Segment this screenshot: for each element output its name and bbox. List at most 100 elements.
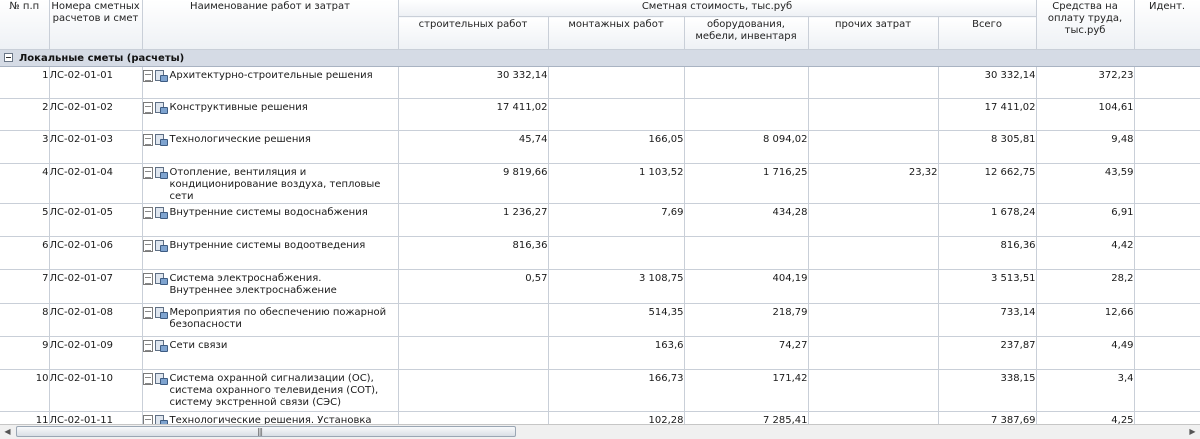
calculator-icon[interactable] (154, 373, 168, 385)
table-row[interactable]: 1 ЛС-02-01-01 Архитектурно-строительные ре… (0, 66, 1200, 99)
table-row[interactable]: 9 ЛС-02-01-09 Сети связи 163,6 74,27 237,87 4,… (0, 336, 1200, 370)
ident-value[interactable] (1134, 269, 1200, 304)
construction-cost[interactable]: 0,57 (398, 269, 549, 304)
equipment-cost[interactable] (684, 98, 809, 131)
construction-cost[interactable]: 45,74 (398, 130, 549, 164)
table-row[interactable]: 5 ЛС-02-01-05 Внутренние системы водоснабж… (0, 203, 1200, 237)
work-name-cell[interactable]: Мероприятия по обеспечению пожарной безо… (142, 303, 399, 337)
header-ident[interactable]: Идент. (1134, 0, 1200, 50)
work-name-cell[interactable]: Сети связи (142, 336, 399, 370)
calculator-icon[interactable] (154, 273, 168, 285)
construction-cost[interactable]: 30 332,14 (398, 66, 549, 99)
installation-cost[interactable]: 166,73 (548, 369, 685, 412)
table-row[interactable]: 11 ЛС-02-01-11 Технологические решения. Ус… (0, 411, 1200, 424)
other-cost[interactable] (808, 336, 939, 370)
document-icon[interactable] (142, 340, 153, 352)
row-number[interactable]: 5 (0, 203, 50, 237)
total-cost[interactable]: 237,87 (938, 336, 1037, 370)
equipment-cost[interactable]: 7 285,41 (684, 411, 809, 424)
estimate-code[interactable]: ЛС-02-01-08 (49, 303, 143, 337)
scroll-left-arrow-icon[interactable]: ◀ (0, 425, 15, 439)
header-code[interactable]: Номера сметных расчетов и смет (49, 0, 143, 50)
table-row[interactable]: 6 ЛС-02-01-06 Внутренние системы водоотвед… (0, 236, 1200, 270)
construction-cost[interactable]: 9 819,66 (398, 163, 549, 204)
estimate-code[interactable]: ЛС-02-01-06 (49, 236, 143, 270)
other-cost[interactable] (808, 98, 939, 131)
row-number[interactable]: 1 (0, 66, 50, 99)
total-cost[interactable]: 7 387,69 (938, 411, 1037, 424)
header-construction[interactable]: строительных работ (398, 16, 549, 50)
work-name-cell[interactable]: Система электроснабжения. Внутреннее эле… (142, 269, 399, 304)
other-cost[interactable] (808, 411, 939, 424)
header-installation[interactable]: монтажных работ (548, 16, 685, 50)
document-icon[interactable] (142, 70, 153, 82)
estimate-code[interactable]: ЛС-02-01-10 (49, 369, 143, 412)
other-cost[interactable] (808, 236, 939, 270)
document-icon[interactable] (142, 415, 153, 424)
group-cell[interactable]: Локальные сметы (расчеты) (0, 49, 1200, 67)
document-icon[interactable] (142, 273, 153, 285)
calculator-icon[interactable] (154, 240, 168, 252)
construction-cost[interactable]: 816,36 (398, 236, 549, 270)
ident-value[interactable] (1134, 66, 1200, 99)
equipment-cost[interactable]: 1 716,25 (684, 163, 809, 204)
total-cost[interactable]: 733,14 (938, 303, 1037, 337)
total-cost[interactable]: 30 332,14 (938, 66, 1037, 99)
calculator-icon[interactable] (154, 207, 168, 219)
wages-cost[interactable]: 43,59 (1036, 163, 1135, 204)
estimate-code[interactable]: ЛС-02-01-09 (49, 336, 143, 370)
total-cost[interactable]: 3 513,51 (938, 269, 1037, 304)
document-icon[interactable] (142, 307, 153, 319)
construction-cost[interactable] (398, 303, 549, 337)
calculator-icon[interactable] (154, 340, 168, 352)
total-cost[interactable]: 338,15 (938, 369, 1037, 412)
ident-value[interactable] (1134, 369, 1200, 412)
header-equipment[interactable]: оборудования, мебели, инвентаря (684, 16, 809, 50)
ident-value[interactable] (1134, 411, 1200, 424)
estimate-code[interactable]: ЛС-02-01-02 (49, 98, 143, 131)
installation-cost[interactable]: 102,28 (548, 411, 685, 424)
work-name-cell[interactable]: Внутренние системы водоотведения (142, 236, 399, 270)
construction-cost[interactable]: 1 236,27 (398, 203, 549, 237)
header-other[interactable]: прочих затрат (808, 16, 939, 50)
work-name-cell[interactable]: Внутренние системы водоснабжения (142, 203, 399, 237)
calculator-icon[interactable] (154, 70, 168, 82)
installation-cost[interactable] (548, 98, 685, 131)
calculator-icon[interactable] (154, 167, 168, 179)
total-cost[interactable]: 1 678,24 (938, 203, 1037, 237)
equipment-cost[interactable] (684, 66, 809, 99)
equipment-cost[interactable]: 171,42 (684, 369, 809, 412)
ident-value[interactable] (1134, 236, 1200, 270)
scroll-right-arrow-icon[interactable]: ▶ (1185, 425, 1200, 439)
header-name[interactable]: Наименование работ и затрат (142, 0, 399, 50)
equipment-cost[interactable]: 8 094,02 (684, 130, 809, 164)
installation-cost[interactable]: 166,05 (548, 130, 685, 164)
header-wages[interactable]: Средства на оплату труда, тыс.руб (1036, 0, 1135, 50)
other-cost[interactable] (808, 269, 939, 304)
installation-cost[interactable]: 163,6 (548, 336, 685, 370)
wages-cost[interactable]: 6,91 (1036, 203, 1135, 237)
wages-cost[interactable]: 104,61 (1036, 98, 1135, 131)
table-row[interactable]: 10 ЛС-02-01-10 Система охранной сигнализац… (0, 369, 1200, 412)
ident-value[interactable] (1134, 203, 1200, 237)
row-number[interactable]: 3 (0, 130, 50, 164)
document-icon[interactable] (142, 167, 153, 179)
document-icon[interactable] (142, 102, 153, 114)
table-row[interactable]: 3 ЛС-02-01-03 Технологические решения 45,74… (0, 130, 1200, 164)
work-name-cell[interactable]: Архитектурно-строительные решения (142, 66, 399, 99)
header-total[interactable]: Всего (938, 16, 1037, 50)
ident-value[interactable] (1134, 98, 1200, 131)
row-number[interactable]: 9 (0, 336, 50, 370)
table-row[interactable]: 8 ЛС-02-01-08 Мероприятия по обеспечению п… (0, 303, 1200, 337)
total-cost[interactable]: 8 305,81 (938, 130, 1037, 164)
calculator-icon[interactable] (154, 134, 168, 146)
horizontal-scrollbar[interactable]: ◀ ||| ▶ (0, 424, 1200, 439)
total-cost[interactable]: 17 411,02 (938, 98, 1037, 131)
installation-cost[interactable] (548, 236, 685, 270)
other-cost[interactable] (808, 303, 939, 337)
document-icon[interactable] (142, 207, 153, 219)
installation-cost[interactable]: 1 103,52 (548, 163, 685, 204)
installation-cost[interactable] (548, 66, 685, 99)
wages-cost[interactable]: 9,48 (1036, 130, 1135, 164)
other-cost[interactable] (808, 369, 939, 412)
